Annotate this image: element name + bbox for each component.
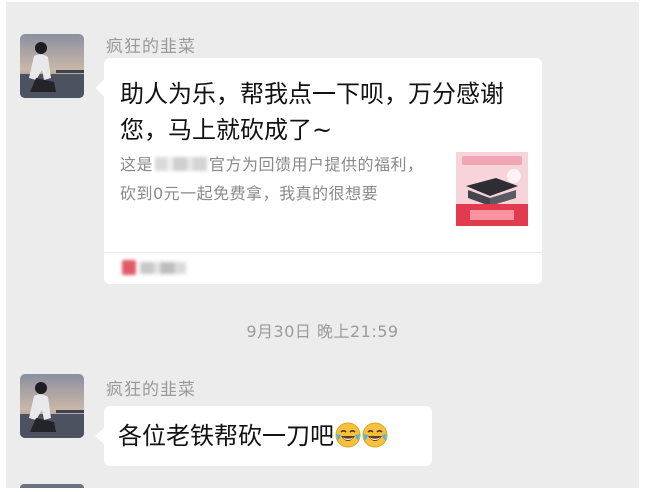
blurred-source-name — [140, 262, 186, 274]
card-bubble-tail — [95, 80, 104, 96]
screenshot-frame: 疯狂的韭菜 助人为乐，帮我点一下呗，万分感谢您，马上就砍成了~ 这是 官方为回馈用… — [0, 0, 645, 492]
product-thumbnail-icon — [456, 152, 528, 226]
text-bubble-tail — [95, 428, 104, 444]
sender-avatar[interactable] — [20, 34, 84, 98]
card-description: 这是 官方为回馈用户提供的福利，砍到0元一起免费拿，我真的很想要 — [120, 150, 440, 208]
message-text-line: 各位老铁帮砍一刀吧 — [118, 419, 388, 453]
message-timestamp: 9月30日 晚上21:59 — [246, 322, 399, 341]
crying-laughing-emoji-icon — [362, 422, 388, 448]
crying-laughing-emoji-icon — [335, 422, 361, 448]
sender-name: 疯狂的韭菜 — [106, 380, 196, 400]
sender-name: 疯狂的韭菜 — [106, 37, 196, 57]
card-divider — [104, 252, 542, 253]
chat-window[interactable]: 疯狂的韭菜 助人为乐，帮我点一下呗，万分感谢您，马上就砍成了~ 这是 官方为回馈用… — [6, 2, 639, 488]
shared-link-card[interactable]: 助人为乐，帮我点一下呗，万分感谢您，马上就砍成了~ 这是 官方为回馈用户提供的福利… — [104, 58, 542, 284]
sender-avatar[interactable] — [20, 374, 84, 438]
card-description-prefix: 这是 — [120, 155, 154, 174]
person-by-river-avatar-icon — [20, 34, 84, 98]
next-message-avatar-peek — [20, 484, 84, 488]
app-logo-icon — [122, 260, 136, 275]
card-source[interactable] — [122, 260, 186, 276]
person-by-river-avatar-icon — [20, 374, 84, 438]
blurred-brand-name — [155, 157, 208, 171]
card-title: 助人为乐，帮我点一下呗，万分感谢您，马上就砍成了~ — [120, 80, 504, 144]
message-text: 各位老铁帮砍一刀吧 — [118, 422, 334, 450]
text-message-bubble[interactable]: 各位老铁帮砍一刀吧 — [104, 406, 432, 466]
